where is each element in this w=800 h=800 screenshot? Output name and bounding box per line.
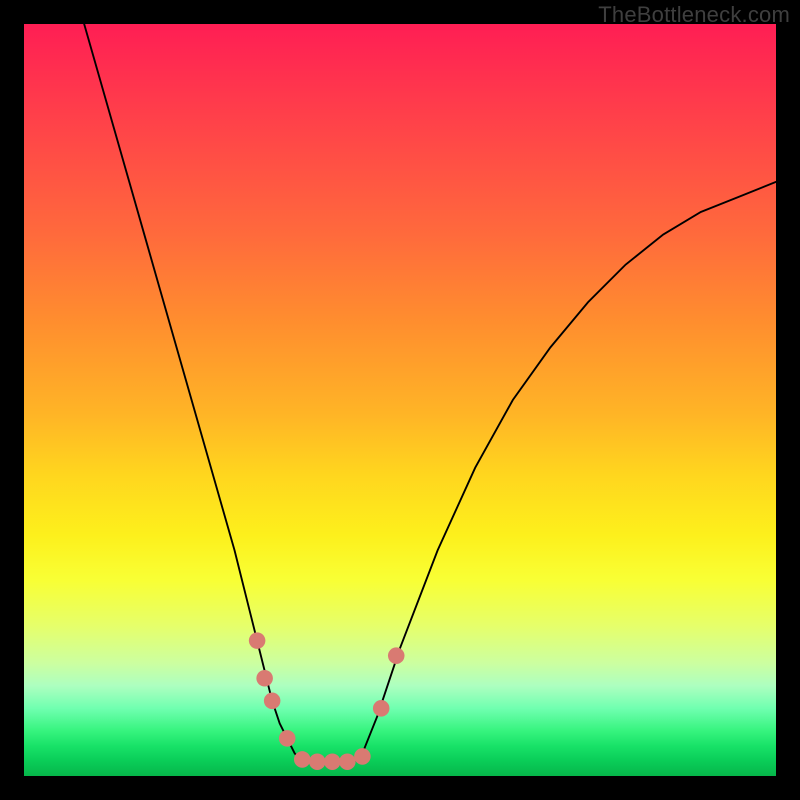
marker [324,753,341,770]
left-curve [84,24,302,761]
chart-svg [24,24,776,776]
chart-lines [84,24,776,761]
marker [264,693,281,710]
marker [249,632,266,649]
marker [373,700,390,717]
trough-markers [249,632,405,770]
marker [339,753,356,770]
marker [294,751,311,768]
marker [279,730,296,747]
watermark-text: TheBottleneck.com [598,2,790,28]
marker [309,753,326,770]
marker [388,647,405,664]
right-curve [362,182,776,754]
marker [256,670,273,687]
chart-frame: TheBottleneck.com [0,0,800,800]
marker [354,748,371,765]
